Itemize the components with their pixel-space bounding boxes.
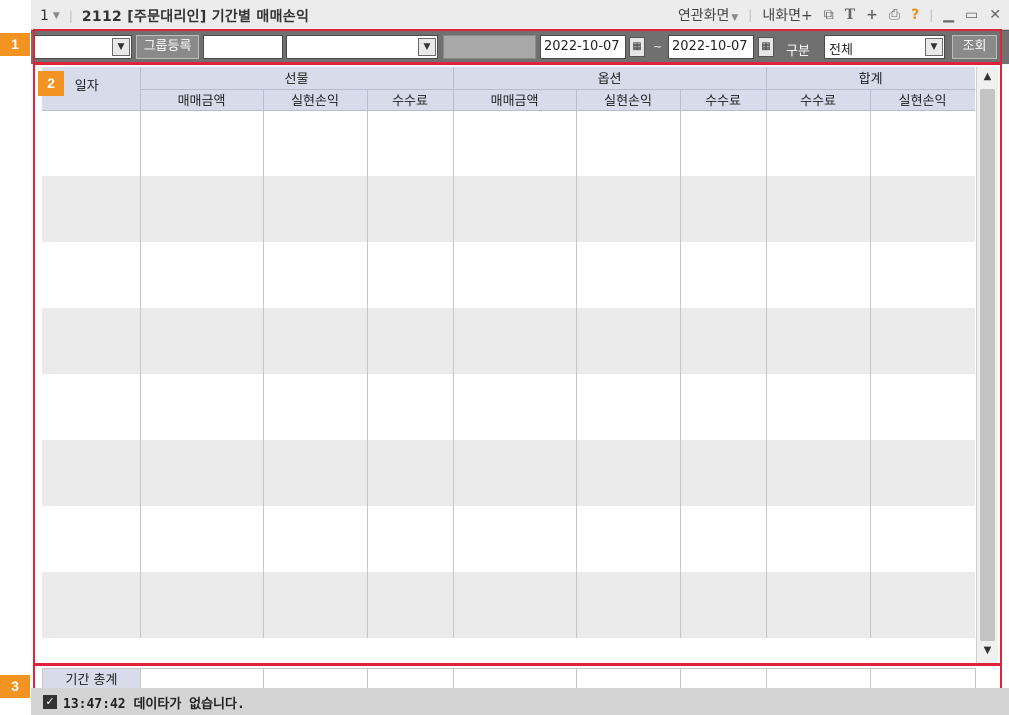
divider: | [748,8,753,22]
scroll-down-icon[interactable]: ▼ [977,641,998,661]
futures-realized-pnl-header[interactable]: 실현손익 [263,89,368,111]
add-icon[interactable]: + [866,7,878,23]
marker-1: 1 [0,33,30,56]
futures-fee-header[interactable]: 수수료 [367,89,454,111]
plus-icon: + [800,8,813,24]
pnl-grid[interactable]: 일자 선물 옵션 합계 매매금액 실현손익 수수료 매매금액 실현손익 수수료 … [42,67,975,641]
screen-number[interactable]: 1 [40,8,49,24]
minimize-icon[interactable]: ▁ [943,7,954,23]
options-realized-pnl-header[interactable]: 실현손익 [576,89,681,111]
title-actions: 연관화면 ▼ | 내화면+ ⧉ T + ⎙ ? | ▁ ▭ ✕ [678,5,1001,25]
chevron-down-icon[interactable]: ▼ [53,11,60,21]
end-date-input[interactable]: 2022-10-07 [668,35,754,59]
period-total-row: 기간 총계 [42,668,976,689]
start-date-input[interactable]: 2022-10-07 [540,35,626,59]
dropdown-arrow-icon[interactable]: ▼ [112,38,130,56]
options-trade-amount-header[interactable]: 매매금액 [453,89,577,111]
category-label: 구분 [786,44,810,59]
vertical-scrollbar[interactable]: ▲ ▼ [976,67,998,663]
total-cell [263,668,368,689]
category-select[interactable]: 전체 ▼ [824,35,945,59]
total-cell [367,668,454,689]
total-cell [870,668,976,689]
options-group-header: 옵션 [453,67,767,90]
font-size-icon[interactable]: T [845,7,855,23]
total-cell [453,668,577,689]
password-field[interactable] [443,35,536,59]
date-range-separator: ~ [653,40,663,53]
total-cell [680,668,767,689]
table-row[interactable] [42,572,975,638]
category-value: 전체 [829,43,853,58]
table-row[interactable] [42,308,975,374]
calendar-icon[interactable]: ▦ [758,37,774,57]
search-button[interactable]: 조회 [952,35,997,59]
table-row[interactable] [42,440,975,506]
total-cell [766,668,871,689]
marker-2: 2 [38,71,64,96]
marker-3: 3 [0,675,30,698]
account-name-field[interactable] [203,35,283,59]
divider: | [929,8,934,22]
table-row[interactable] [42,110,975,176]
dropdown-arrow-icon[interactable]: ▼ [925,38,943,56]
total-table: 기간 총계 [42,668,976,689]
status-bar: ✓ 13:47:42 데이타가 없습니다. [31,688,1009,715]
status-message: 13:47:42 데이타가 없습니다. [63,693,245,712]
table-row[interactable] [42,374,975,440]
close-icon[interactable]: ✕ [989,7,1001,23]
total-group-header: 합계 [766,67,975,90]
table-row[interactable] [42,506,975,572]
scroll-thumb[interactable] [980,89,995,641]
date-header-label: 일자 [74,78,99,94]
related-screens-label: 연관화면 [677,8,730,24]
sub-account-select[interactable]: ▼ [286,35,438,59]
toolbar: ▼ 그룹등록 ▼ 2022-10-07 ▦ ~ 2022-10-07 ▦ 구분 … [31,30,1009,64]
chevron-down-icon: ▼ [731,13,739,23]
title-left: 1 ▼ | 2112 [주문대리인] 기간별 매매손익 [40,6,309,26]
title-bar: 1 ▼ | 2112 [주문대리인] 기간별 매매손익 연관화면 ▼ | 내화면+… [31,0,1009,30]
total-cell [140,668,264,689]
total-fee-header[interactable]: 수수료 [766,89,871,111]
group-register-button[interactable]: 그룹등록 [136,35,199,59]
grid-body [42,110,975,638]
checkmark-icon[interactable]: ✓ [43,695,57,709]
table-row[interactable] [42,242,975,308]
maximize-icon[interactable]: ▭ [965,7,978,23]
print-icon[interactable]: ⎙ [889,7,900,23]
account-select[interactable]: ▼ [34,35,132,59]
help-icon[interactable]: ? [911,7,919,23]
divider: | [68,9,73,23]
my-screen-button[interactable]: 내화면+ [762,5,812,25]
status-time: 13:47:42 [63,697,126,712]
period-total-label: 기간 총계 [42,668,141,689]
status-text: 데이타가 없습니다. [133,697,245,712]
related-screens-menu[interactable]: 연관화면 ▼ [678,5,738,25]
table-row[interactable] [42,176,975,242]
total-cell [576,668,681,689]
screen-link-icon[interactable]: ⧉ [824,7,834,23]
scroll-up-icon[interactable]: ▲ [977,67,998,87]
futures-trade-amount-header[interactable]: 매매금액 [140,89,264,111]
dropdown-arrow-icon[interactable]: ▼ [418,38,436,56]
total-realized-pnl-header[interactable]: 실현손익 [870,89,975,111]
my-screen-label: 내화면 [762,8,801,24]
options-fee-header[interactable]: 수수료 [680,89,767,111]
window-title: 2112 [주문대리인] 기간별 매매손익 [81,9,310,25]
pnl-table: 일자 선물 옵션 합계 매매금액 실현손익 수수료 매매금액 실현손익 수수료 … [42,67,975,638]
calendar-icon[interactable]: ▦ [629,37,645,57]
futures-group-header: 선물 [140,67,454,90]
